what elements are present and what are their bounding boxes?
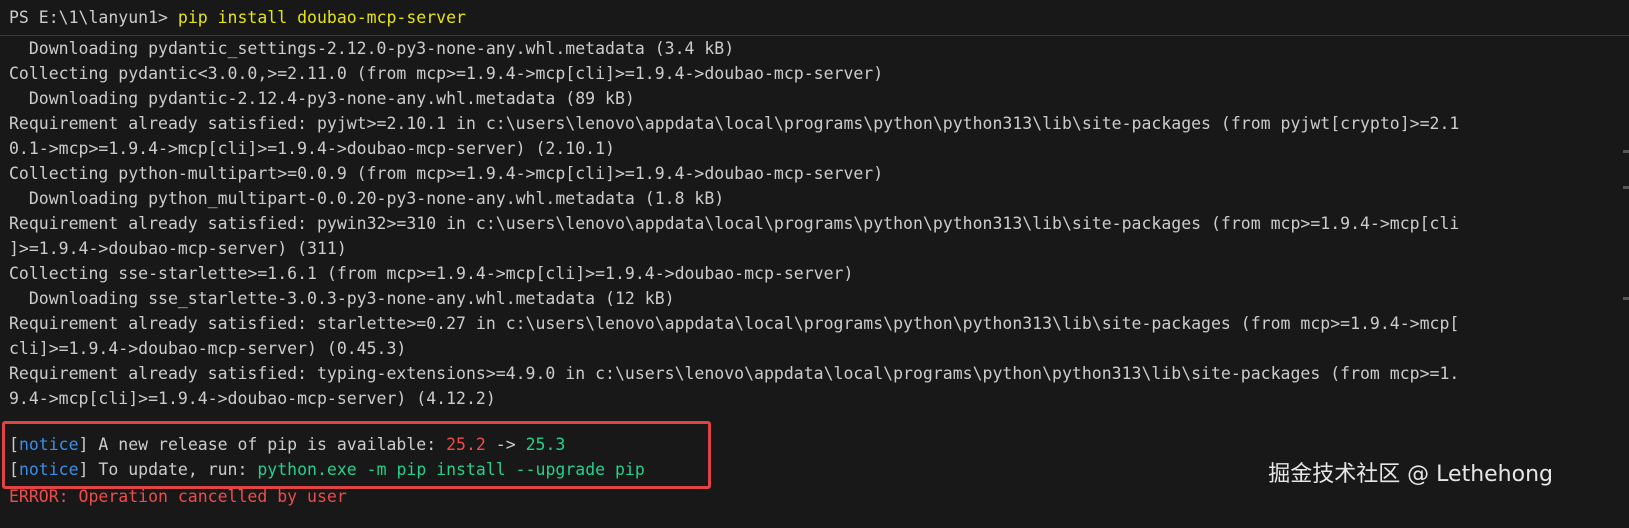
new-version: 25.3 — [525, 435, 566, 454]
output-line: Requirement already satisfied: starlette… — [9, 314, 1460, 333]
output-line: Collecting python-multipart>=0.0.9 (from… — [9, 164, 884, 183]
notice-tag: notice — [18, 460, 79, 479]
output-line: Downloading pydantic-2.12.4-py3-none-any… — [9, 89, 635, 108]
notice-release-text: A new release of pip is available: — [88, 435, 447, 454]
output-line: Downloading sse_starlette-3.0.3-py3-none… — [9, 289, 675, 308]
output-line: Requirement already satisfied: pyjwt>=2.… — [9, 114, 1460, 133]
scrollbar-marker[interactable] — [1623, 150, 1629, 153]
version-arrow: -> — [485, 435, 526, 454]
scrollbar-marker[interactable] — [1623, 297, 1629, 300]
error-message: ERROR: Operation cancelled by user — [9, 487, 347, 506]
update-command: python.exe -m pip install --upgrade pip — [257, 460, 645, 479]
notice-tag: notice — [18, 435, 79, 454]
output-line: ]>=1.9.4->doubao-mcp-server) (311) — [9, 239, 347, 258]
watermark: 掘金技术社区 @ Lethehong — [1268, 462, 1553, 487]
prompt-line: PS E:\1\lanyun1> pip install doubao-mcp-… — [0, 0, 1629, 36]
output-line: cli]>=1.9.4->doubao-mcp-server) (0.45.3) — [9, 339, 407, 358]
notice-update-text: To update, run: — [88, 460, 258, 479]
output-line: Downloading python_multipart-0.0.20-py3-… — [9, 189, 725, 208]
terminal-panel[interactable]: PS E:\1\lanyun1> pip install doubao-mcp-… — [0, 0, 1629, 528]
output-line: Collecting sse-starlette>=1.6.1 (from mc… — [9, 264, 854, 283]
old-version: 25.2 — [446, 435, 486, 454]
output-line: Requirement already satisfied: pywin32>=… — [9, 214, 1460, 233]
pip-notice: [notice] A new release of pip is availab… — [9, 432, 645, 482]
notice-release-line: [notice] A new release of pip is availab… — [9, 435, 566, 454]
output-line: 0.1->mcp>=1.9.4->mcp[cli]>=1.9.4->doubao… — [9, 139, 615, 158]
output-line: Collecting pydantic<3.0.0,>=2.11.0 (from… — [9, 64, 884, 83]
prompt-path: PS E:\1\lanyun1> — [9, 8, 178, 27]
notice-update-line: [notice] To update, run: python.exe -m p… — [9, 460, 645, 479]
prompt-command: pip install doubao-mcp-server — [177, 8, 466, 27]
terminal-output: Downloading pydantic_settings-2.12.0-py3… — [9, 36, 1609, 411]
output-line: 9.4->mcp[cli]>=1.9.4->doubao-mcp-server)… — [9, 389, 496, 408]
scrollbar-marker[interactable] — [1623, 186, 1629, 189]
output-line: Requirement already satisfied: typing-ex… — [9, 364, 1460, 383]
output-line: Downloading pydantic_settings-2.12.0-py3… — [9, 39, 735, 58]
